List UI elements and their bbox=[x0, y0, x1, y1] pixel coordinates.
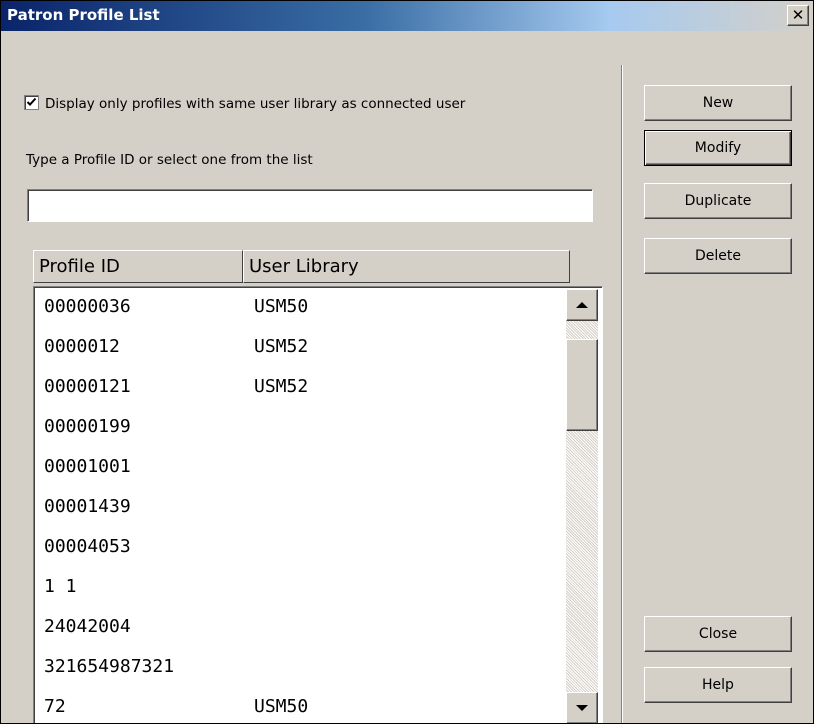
dialog-title: Patron Profile List bbox=[7, 6, 160, 24]
scroll-down-arrow-icon bbox=[576, 705, 588, 711]
profile-listbox[interactable]: 00000036 USM50 0000012 USM52 00000121 USM52 00… bbox=[33, 286, 603, 723]
list-row[interactable]: 00000036 USM50 bbox=[34, 289, 562, 327]
list-row[interactable]: 1 1 bbox=[34, 569, 562, 607]
list-row[interactable]: 00001001 bbox=[34, 449, 562, 487]
list-row[interactable]: 0000012 USM52 bbox=[34, 329, 562, 367]
same-library-filter[interactable]: Display only profiles with same user lib… bbox=[24, 95, 465, 112]
list-row[interactable]: 00004053 bbox=[34, 529, 562, 567]
column-header-user-library[interactable]: User Library bbox=[243, 250, 570, 283]
user-library-cell: USM50 bbox=[254, 296, 309, 317]
new-button[interactable]: New bbox=[644, 85, 792, 121]
close-window-button[interactable]: ✕ bbox=[787, 5, 809, 26]
title-bar[interactable]: Patron Profile List ✕ bbox=[1, 1, 813, 31]
scrollbar-thumb[interactable] bbox=[566, 339, 598, 431]
list-header: Profile ID User Library bbox=[33, 250, 570, 283]
profile-id-input[interactable] bbox=[27, 189, 593, 222]
close-button[interactable]: Close bbox=[644, 616, 792, 652]
list-row[interactable]: 00000121 USM52 bbox=[34, 369, 562, 407]
profile-id-cell: 00000036 bbox=[44, 296, 131, 317]
checkmark-icon bbox=[26, 97, 37, 106]
profile-id-cell: 0000012 bbox=[44, 336, 120, 357]
list-row[interactable]: 72 USM50 bbox=[34, 689, 562, 723]
vertical-scrollbar[interactable] bbox=[566, 289, 598, 723]
profile-id-cell: 00000199 bbox=[44, 416, 131, 437]
list-row[interactable]: 00000199 bbox=[34, 409, 562, 447]
user-library-cell: USM50 bbox=[254, 696, 309, 717]
same-library-checkbox[interactable] bbox=[24, 95, 39, 110]
user-library-cell: USM52 bbox=[254, 376, 309, 397]
vertical-divider bbox=[621, 65, 623, 723]
profile-id-cell: 00001001 bbox=[44, 456, 131, 477]
modify-button[interactable]: Modify bbox=[644, 130, 792, 166]
profile-id-prompt: Type a Profile ID or select one from the… bbox=[26, 152, 313, 168]
scroll-up-button[interactable] bbox=[566, 289, 598, 321]
user-library-cell: USM52 bbox=[254, 336, 309, 357]
profile-id-cell: 00001439 bbox=[44, 496, 131, 517]
profile-id-cell: 24042004 bbox=[44, 616, 131, 637]
patron-profile-list-dialog: Patron Profile List ✕ Display only profi… bbox=[0, 0, 814, 724]
list-row[interactable]: 24042004 bbox=[34, 609, 562, 647]
duplicate-button[interactable]: Duplicate bbox=[644, 183, 792, 219]
close-icon: ✕ bbox=[791, 6, 805, 24]
profile-id-cell: 321654987321 bbox=[44, 656, 175, 677]
profile-id-cell: 72 bbox=[44, 696, 66, 717]
same-library-label: Display only profiles with same user lib… bbox=[45, 96, 466, 112]
list-row[interactable]: 00001439 bbox=[34, 489, 562, 527]
profile-id-cell: 1 1 bbox=[44, 576, 77, 597]
profile-id-cell: 00000121 bbox=[44, 376, 131, 397]
scroll-up-arrow-icon bbox=[576, 302, 588, 308]
help-button[interactable]: Help bbox=[644, 667, 792, 703]
delete-button[interactable]: Delete bbox=[644, 238, 792, 274]
list-row[interactable]: 321654987321 bbox=[34, 649, 562, 687]
column-header-profile-id[interactable]: Profile ID bbox=[33, 250, 243, 283]
scroll-down-button[interactable] bbox=[566, 692, 598, 723]
profile-id-cell: 00004053 bbox=[44, 536, 131, 557]
